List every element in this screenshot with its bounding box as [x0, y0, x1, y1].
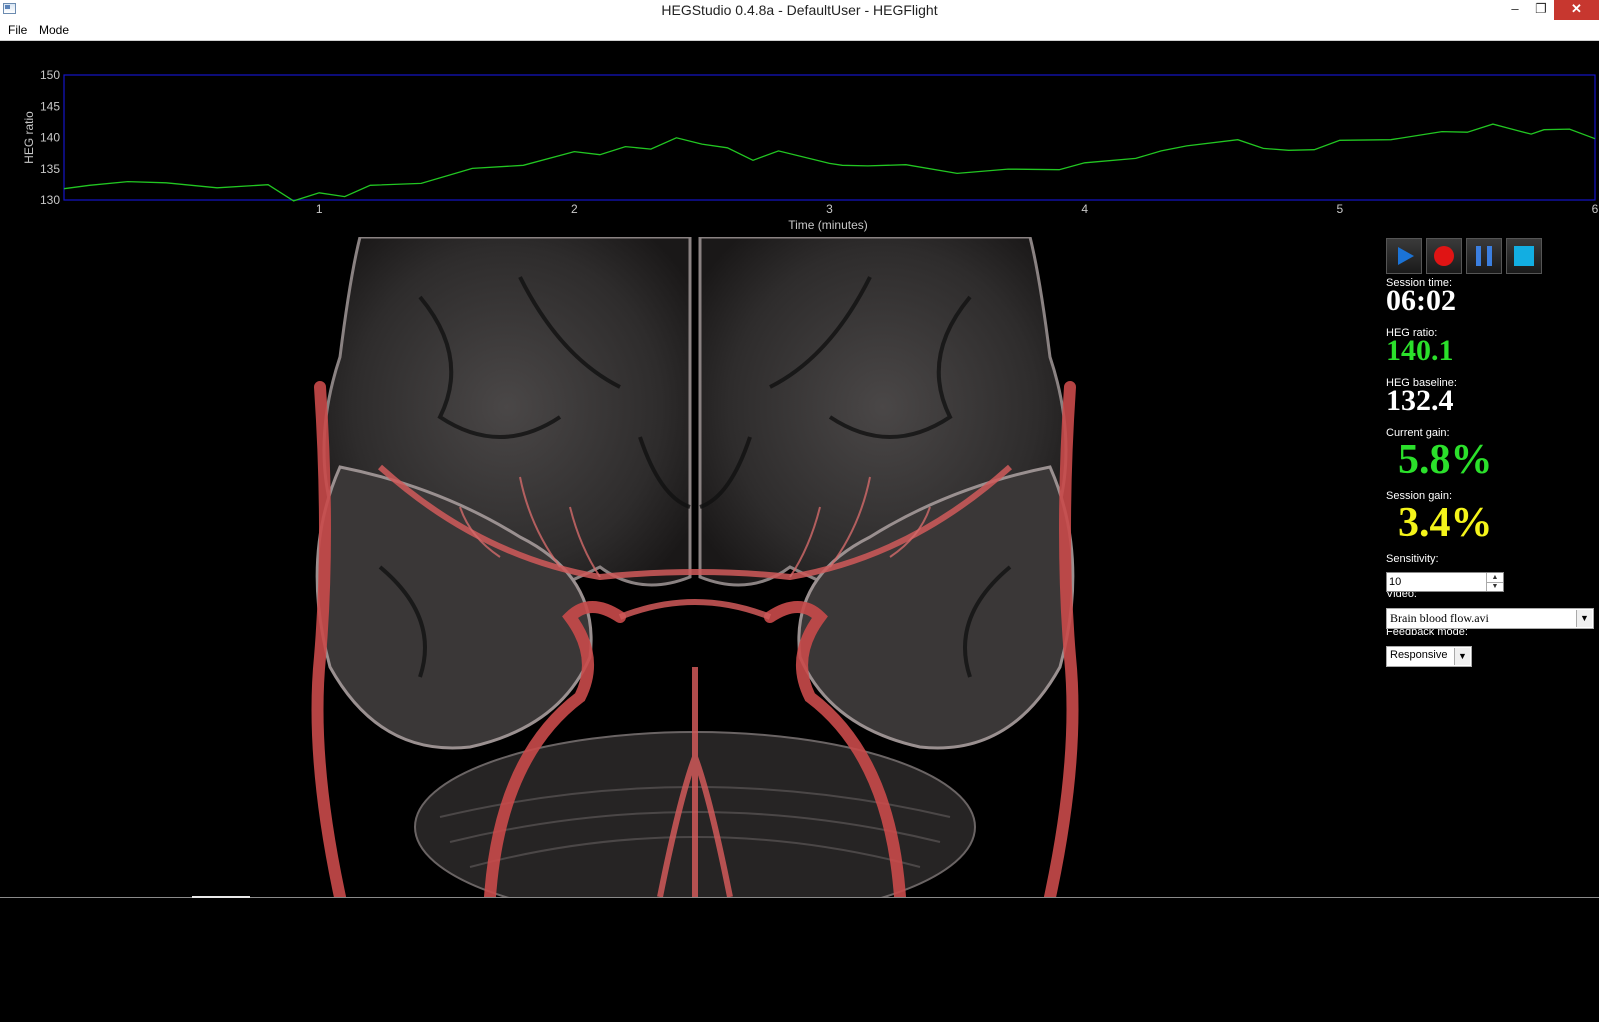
- window-title: HEGStudio 0.4.8a - DefaultUser - HEGFlig…: [661, 2, 938, 18]
- chevron-down-icon[interactable]: ▼: [1454, 648, 1470, 665]
- chevron-down-icon[interactable]: ▼: [1576, 610, 1592, 627]
- title-bar: HEGStudio 0.4.8a - DefaultUser - HEGFlig…: [0, 0, 1599, 20]
- heg-baseline-value: 132.4: [1386, 384, 1454, 417]
- video-select-value: Brain blood flow.avi: [1390, 611, 1489, 625]
- stop-icon: [1514, 246, 1534, 266]
- seek-bar-thumb[interactable]: [192, 896, 250, 898]
- heg-ratio-series-line: [63, 123, 1596, 202]
- spin-down-icon[interactable]: ▼: [1486, 582, 1503, 591]
- plot-frame: [63, 74, 1596, 201]
- y-tick-label: 130: [40, 193, 60, 207]
- play-icon: [1398, 247, 1414, 265]
- heg-ratio-value: 140.1: [1386, 334, 1454, 367]
- pause-button[interactable]: [1466, 238, 1502, 274]
- y-tick-label: 140: [40, 131, 60, 145]
- x-tick-label: 2: [571, 202, 578, 216]
- minimize-button[interactable]: –: [1502, 0, 1528, 20]
- feedback-mode-value: Responsive: [1390, 649, 1448, 661]
- brain-video-frame: [311, 237, 1079, 897]
- play-button[interactable]: [1386, 238, 1422, 274]
- menu-bar: File Mode: [0, 20, 1599, 41]
- record-icon: [1434, 246, 1454, 266]
- current-gain-value: 5.8%: [1398, 437, 1493, 483]
- y-tick-label: 145: [40, 99, 60, 113]
- menu-file[interactable]: File: [8, 23, 27, 37]
- x-axis-label: Time (minutes): [788, 218, 868, 232]
- sensitivity-label: Sensitivity:: [1386, 553, 1439, 565]
- menu-mode[interactable]: Mode: [39, 23, 69, 37]
- x-tick-label: 4: [1081, 202, 1088, 216]
- x-tick-label: 6: [1592, 202, 1599, 216]
- video-select[interactable]: Brain blood flow.avi ▼: [1386, 608, 1594, 629]
- y-axis-label: HEG ratio: [22, 111, 36, 164]
- session-gain-value: 3.4%: [1398, 500, 1493, 546]
- restore-button[interactable]: ❐: [1528, 0, 1554, 20]
- stop-button[interactable]: [1506, 238, 1542, 274]
- sensitivity-input[interactable]: [1389, 574, 1483, 590]
- x-tick-label: 3: [826, 202, 833, 216]
- y-tick-label: 150: [40, 68, 60, 82]
- heg-ratio-chart: 150 145 140 135 130 1 2 3 4 5 6 HEG ratio Time (m…: [22, 68, 1599, 232]
- session-time-value: 06:02: [1386, 284, 1456, 317]
- feedback-mode-select[interactable]: Responsive ▼: [1386, 646, 1472, 667]
- pause-icon: [1476, 246, 1492, 266]
- y-tick-label: 135: [40, 162, 60, 176]
- x-tick-label: 5: [1336, 202, 1343, 216]
- record-button[interactable]: [1426, 238, 1462, 274]
- close-button[interactable]: ✕: [1554, 0, 1599, 20]
- sensitivity-spinbox[interactable]: ▲ ▼: [1386, 572, 1504, 592]
- x-tick-label: 1: [316, 202, 323, 216]
- video-player[interactable]: [0, 237, 1380, 897]
